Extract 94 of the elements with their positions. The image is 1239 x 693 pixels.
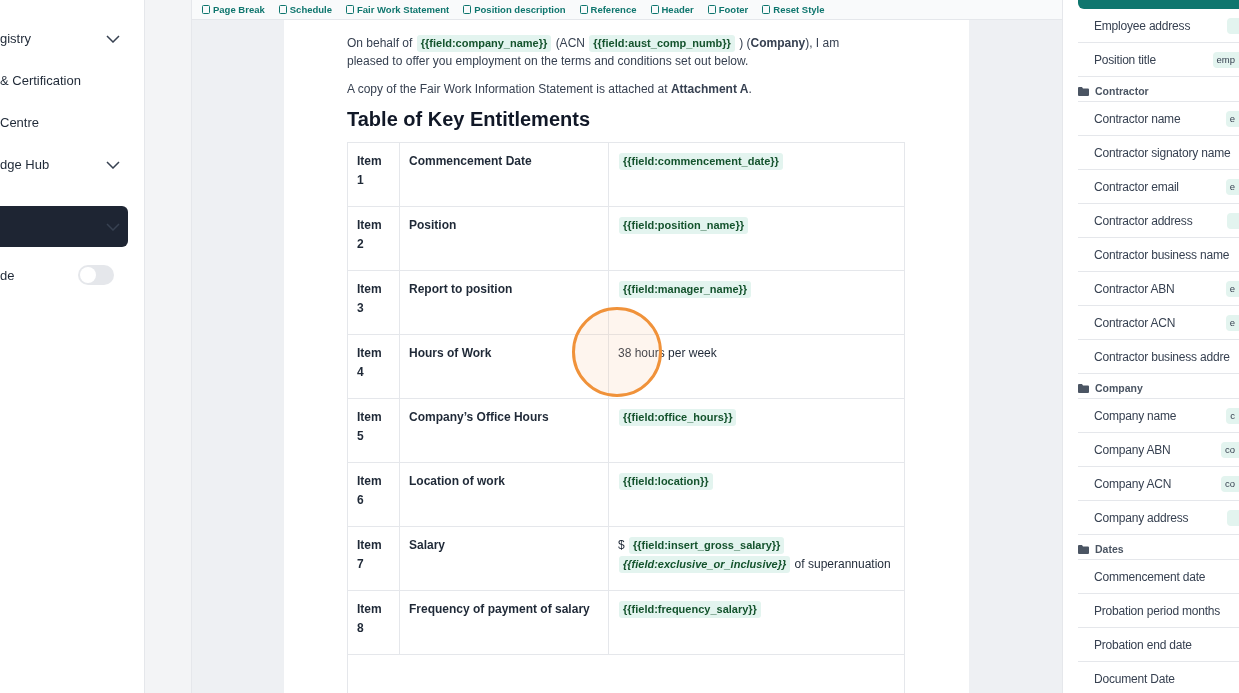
document-icon bbox=[650, 5, 659, 14]
toolbar-button[interactable]: Footer bbox=[707, 4, 749, 15]
toggle-switch[interactable] bbox=[78, 265, 114, 285]
table-cell: Frequency of payment of salary bbox=[409, 602, 590, 616]
chevron-down-icon bbox=[106, 222, 120, 231]
field-row[interactable]: Commencement date bbox=[1078, 560, 1239, 594]
folder-icon bbox=[1078, 383, 1089, 393]
field-chip: {{field:commencement_date}} bbox=[619, 153, 783, 170]
field-tag: e bbox=[1225, 178, 1239, 195]
toolbar-button[interactable]: Schedule bbox=[278, 4, 332, 15]
document-icon bbox=[707, 5, 716, 14]
paragraph-text: ) (Company), I am bbox=[739, 36, 840, 50]
document-icon bbox=[579, 5, 588, 14]
chevron-down-icon bbox=[106, 34, 120, 43]
field-row[interactable]: Employee address bbox=[1078, 9, 1239, 43]
group-heading: Dates bbox=[1095, 543, 1124, 555]
field-tag: co bbox=[1220, 441, 1239, 458]
paragraph-text: of bbox=[794, 557, 805, 571]
toggle-label: de bbox=[0, 267, 15, 283]
table-cell: Item 4 bbox=[357, 346, 382, 379]
table-cell: Item 3 bbox=[357, 282, 382, 315]
sidebar-item[interactable]: dge Hub bbox=[0, 144, 128, 185]
field-tag: e bbox=[1225, 280, 1239, 297]
field-chip: {{field:insert_gross_salary}} bbox=[629, 537, 785, 554]
sidebar-item[interactable] bbox=[0, 206, 128, 247]
chevron-down-icon bbox=[106, 160, 120, 169]
folder-icon bbox=[1078, 544, 1089, 554]
field-row[interactable]: Probation end date bbox=[1078, 628, 1239, 662]
field-row[interactable]: Contractor business name bbox=[1078, 238, 1239, 272]
field-chip: {{field:exclusive_or_inclusive}} bbox=[619, 556, 791, 573]
table-cell: Salary bbox=[409, 538, 446, 552]
field-row[interactable]: Document Date bbox=[1078, 662, 1239, 693]
field-row[interactable]: Contractor email e bbox=[1078, 170, 1239, 204]
field-chip: {{field:office_hours}} bbox=[619, 409, 737, 426]
action-button[interactable] bbox=[1078, 0, 1239, 9]
field-tag: e bbox=[1225, 314, 1239, 331]
field-tag: e bbox=[1225, 110, 1239, 127]
paragraph-text: On behalf of bbox=[347, 36, 413, 50]
table-cell: Company’s Office Hours bbox=[409, 410, 549, 424]
field-row[interactable]: Company ACN co bbox=[1078, 467, 1239, 501]
table-cell: Location of work bbox=[409, 474, 505, 488]
table-cell: Commencement Date bbox=[409, 154, 532, 168]
field-chip: {{field:frequency_salary}} bbox=[619, 601, 761, 618]
field-row[interactable]: Company address bbox=[1078, 501, 1239, 535]
field-row[interactable]: Company name c bbox=[1078, 399, 1239, 433]
table-cell: Item 8 bbox=[357, 602, 382, 635]
field-row[interactable]: Contractor ACN e bbox=[1078, 306, 1239, 340]
group-heading: Company bbox=[1095, 382, 1143, 394]
field-row[interactable]: Contractor signatory name bbox=[1078, 136, 1239, 170]
field-chip: {{field:position_name}} bbox=[619, 217, 749, 234]
field-row[interactable]: Contractor name e bbox=[1078, 102, 1239, 136]
document-icon bbox=[202, 5, 210, 14]
paragraph-text: (ACN bbox=[555, 36, 585, 50]
field-row[interactable]: Probation period months bbox=[1078, 594, 1239, 628]
sidebar-item[interactable]: Centre bbox=[0, 102, 128, 143]
paragraph-text: A copy of the Fair Work Information Statement is attached at Attachment A. bbox=[347, 82, 752, 96]
field-chip: {{field:company_name}} bbox=[416, 35, 552, 52]
paragraph-text: $ bbox=[618, 538, 625, 552]
toolbar-button[interactable]: Reference bbox=[579, 4, 637, 15]
field-chip: {{field:manager_name}} bbox=[619, 281, 752, 298]
field-chip: {{field:location}} bbox=[619, 473, 713, 490]
table-cell: Item 7 bbox=[357, 538, 382, 571]
folder-icon bbox=[1078, 86, 1089, 96]
field-chip: {{field:aust_comp_numb}} bbox=[589, 35, 735, 52]
field-row[interactable]: Company ABN co bbox=[1078, 433, 1239, 467]
paragraph-text: superannuation bbox=[807, 557, 891, 571]
document-icon bbox=[346, 5, 354, 14]
field-row[interactable]: Contractor ABN e bbox=[1078, 272, 1239, 306]
toolbar-button[interactable]: Reset Style bbox=[762, 4, 825, 15]
toolbar-button[interactable]: Header bbox=[650, 4, 694, 15]
table-cell: Item 6 bbox=[357, 474, 382, 507]
field-row[interactable]: Contractor business addre bbox=[1078, 340, 1239, 374]
field-row[interactable]: Position title emp bbox=[1078, 43, 1239, 77]
field-row[interactable]: Contractor address bbox=[1078, 204, 1239, 238]
toolbar-button[interactable]: Position description bbox=[463, 4, 566, 15]
toolbar-button[interactable]: Fair Work Statement bbox=[346, 4, 450, 15]
document-icon bbox=[762, 5, 771, 14]
document-icon bbox=[278, 5, 287, 14]
field-tag: co bbox=[1220, 475, 1239, 492]
group-heading: Contractor bbox=[1095, 85, 1149, 97]
table-cell: Hours of Work bbox=[409, 346, 492, 360]
sidebar-item[interactable]: gistry bbox=[0, 18, 128, 59]
table-cell: Item 2 bbox=[357, 218, 382, 251]
field-tag: emp bbox=[1212, 51, 1239, 68]
toolbar-button[interactable]: Page Break bbox=[202, 4, 265, 15]
table-cell: Report to position bbox=[409, 282, 513, 296]
field-tag: c bbox=[1226, 407, 1239, 424]
table-cell: Position bbox=[409, 218, 457, 232]
document-icon bbox=[463, 5, 472, 14]
paragraph-text: pleased to offer you employment on the terms and conditions set out below. bbox=[347, 54, 749, 68]
document-heading: Table of Key Entitlements bbox=[347, 108, 591, 131]
sidebar-item[interactable]: & Certification bbox=[0, 60, 128, 101]
table-cell: Item 5 bbox=[357, 410, 382, 443]
table-cell: Item 1 bbox=[357, 154, 382, 187]
